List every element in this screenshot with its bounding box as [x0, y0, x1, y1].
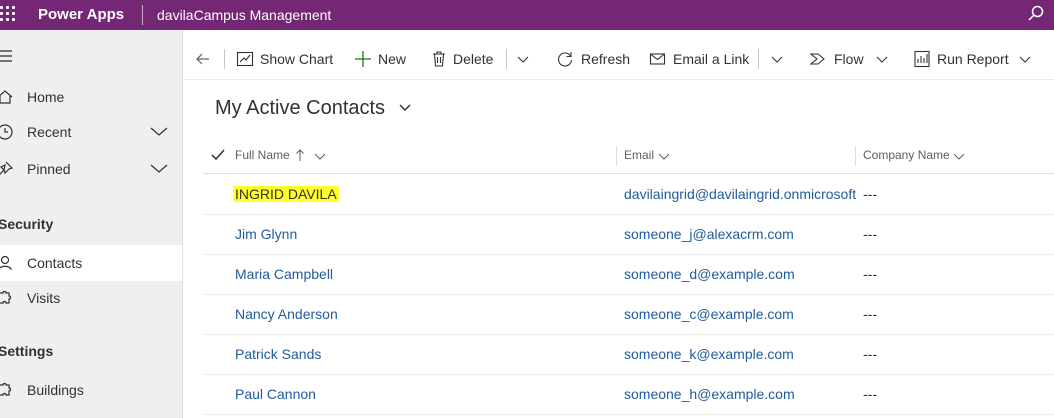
chevron-down-icon[interactable]: [398, 102, 412, 114]
contact-name-link[interactable]: Paul Cannon: [235, 386, 316, 402]
show-chart-button[interactable]: Show Chart: [236, 38, 336, 80]
trash-icon: [433, 51, 445, 67]
new-button[interactable]: New: [354, 38, 414, 80]
pin-icon: [0, 161, 14, 175]
chevron-down-icon[interactable]: [516, 52, 530, 66]
chevron-down-icon: [1019, 56, 1031, 63]
run-report-label: Run Report: [937, 51, 1009, 67]
table-row[interactable]: Nancy Anderson someone_c@example.com ---: [203, 295, 1054, 335]
command-separator: [224, 49, 225, 69]
flow-icon: [809, 53, 825, 65]
email-link-button[interactable]: Email a Link: [649, 38, 749, 80]
chart-icon: [236, 51, 254, 67]
sidebar-item-home[interactable]: Home: [0, 79, 182, 115]
sidebar-item-visits[interactable]: Visits: [0, 280, 182, 316]
contact-name-link[interactable]: Nancy Anderson: [235, 306, 338, 322]
new-label: New: [378, 51, 407, 67]
sidebar-item-pinned[interactable]: Pinned: [0, 151, 182, 187]
sidebar-group-settings: Settings: [0, 343, 54, 359]
sidebar-item-buildings[interactable]: Buildings: [0, 372, 182, 408]
contact-email-link[interactable]: someone_k@example.com: [624, 346, 856, 362]
contact-company: ---: [863, 306, 877, 322]
sidebar-item-recent[interactable]: Recent: [0, 114, 182, 150]
table-row[interactable]: Patrick Sands someone_k@example.com ---: [203, 335, 1054, 375]
sidebar-group-security: Security: [0, 216, 54, 232]
home-icon: [0, 90, 13, 104]
sidebar: Home Recent Pinned Security Contacts Vis…: [0, 30, 183, 418]
chevron-down-icon[interactable]: [149, 161, 169, 175]
contact-company: ---: [863, 266, 877, 282]
refresh-button[interactable]: Refresh: [556, 38, 632, 80]
app-launcher-icon[interactable]: [0, 6, 16, 24]
brand-title[interactable]: Power Apps: [38, 6, 124, 23]
sort-ascending-icon: [296, 149, 304, 161]
delete-button[interactable]: Delete: [430, 38, 500, 80]
flow-button[interactable]: Flow: [809, 38, 894, 80]
command-bar: Show Chart New Delete Refresh Email a Li…: [184, 38, 1054, 80]
contact-email-link[interactable]: someone_d@example.com: [624, 266, 856, 282]
flow-label: Flow: [834, 51, 864, 67]
clock-icon: [0, 124, 13, 140]
select-all-checkmark-icon[interactable]: [211, 149, 225, 161]
contact-email-link[interactable]: someone_h@example.com: [624, 386, 856, 402]
chevron-down-icon[interactable]: [770, 52, 784, 66]
sidebar-item-label: Buildings: [27, 382, 84, 398]
table-row[interactable]: INGRID DAVILA davilaingrid@davilaingrid.…: [203, 175, 1054, 215]
show-chart-label: Show Chart: [260, 51, 334, 67]
sidebar-item-label: Pinned: [27, 161, 71, 177]
plus-icon: [355, 51, 371, 67]
back-arrow-icon[interactable]: [195, 51, 211, 67]
top-bar: Power Apps davilaCampus Management: [0, 0, 1054, 30]
person-icon: [0, 255, 12, 271]
refresh-label: Refresh: [581, 51, 631, 67]
contact-name-link[interactable]: Maria Campbell: [235, 266, 333, 282]
contact-email-link[interactable]: someone_j@alexacrm.com: [624, 226, 856, 242]
table-row[interactable]: Paul Cannon someone_h@example.com ---: [203, 375, 1054, 415]
column-header-company[interactable]: Company Name: [863, 148, 950, 162]
contact-company: ---: [863, 386, 877, 402]
sidebar-item-label: Recent: [27, 124, 72, 140]
sidebar-item-label: Visits: [27, 290, 61, 306]
chevron-down-icon[interactable]: [953, 151, 965, 161]
view-selector[interactable]: My Active Contacts: [215, 97, 385, 120]
contact-email-link[interactable]: davilaingrid@davilaingrid.onmicrosoft.co…: [624, 186, 856, 202]
column-resize-handle[interactable]: [855, 146, 856, 166]
chevron-down-icon[interactable]: [658, 151, 670, 161]
command-separator: [506, 49, 507, 69]
command-separator: [758, 49, 759, 69]
puzzle-icon: [0, 382, 12, 396]
chevron-down-icon: [876, 56, 888, 63]
contact-company: ---: [863, 186, 877, 202]
refresh-icon: [557, 52, 573, 67]
column-resize-handle[interactable]: [616, 146, 617, 166]
hamburger-menu-icon[interactable]: [0, 50, 12, 62]
sidebar-item-label: Contacts: [27, 255, 83, 271]
contact-email-link[interactable]: someone_c@example.com: [624, 306, 856, 322]
table-row[interactable]: Jim Glynn someone_j@alexacrm.com ---: [203, 215, 1054, 255]
sidebar-item-contacts[interactable]: Contacts: [0, 245, 182, 281]
report-icon: [914, 50, 930, 68]
contact-company: ---: [863, 226, 877, 242]
puzzle-icon: [0, 290, 12, 304]
title-divider: [142, 5, 143, 25]
email-link-icon: [649, 53, 666, 65]
contact-company: ---: [863, 346, 877, 362]
column-header-email[interactable]: Email: [624, 148, 654, 162]
table-row[interactable]: Maria Campbell someone_d@example.com ---: [203, 255, 1054, 295]
chevron-down-icon[interactable]: [314, 151, 326, 161]
app-name[interactable]: davilaCampus Management: [157, 7, 331, 23]
chevron-down-icon[interactable]: [149, 124, 169, 138]
search-icon[interactable]: [1026, 4, 1046, 24]
delete-label: Delete: [453, 51, 494, 67]
column-header-full-name[interactable]: Full Name: [235, 148, 290, 162]
contact-name-link[interactable]: Patrick Sands: [235, 346, 321, 362]
contact-name-link[interactable]: INGRID DAVILA: [233, 186, 339, 202]
email-link-label: Email a Link: [673, 51, 750, 67]
contact-name-link[interactable]: Jim Glynn: [235, 226, 297, 242]
grid-header: Full Name Email Company Name: [203, 138, 1054, 174]
sidebar-item-label: Home: [27, 89, 65, 105]
run-report-button[interactable]: Run Report: [913, 38, 1043, 80]
